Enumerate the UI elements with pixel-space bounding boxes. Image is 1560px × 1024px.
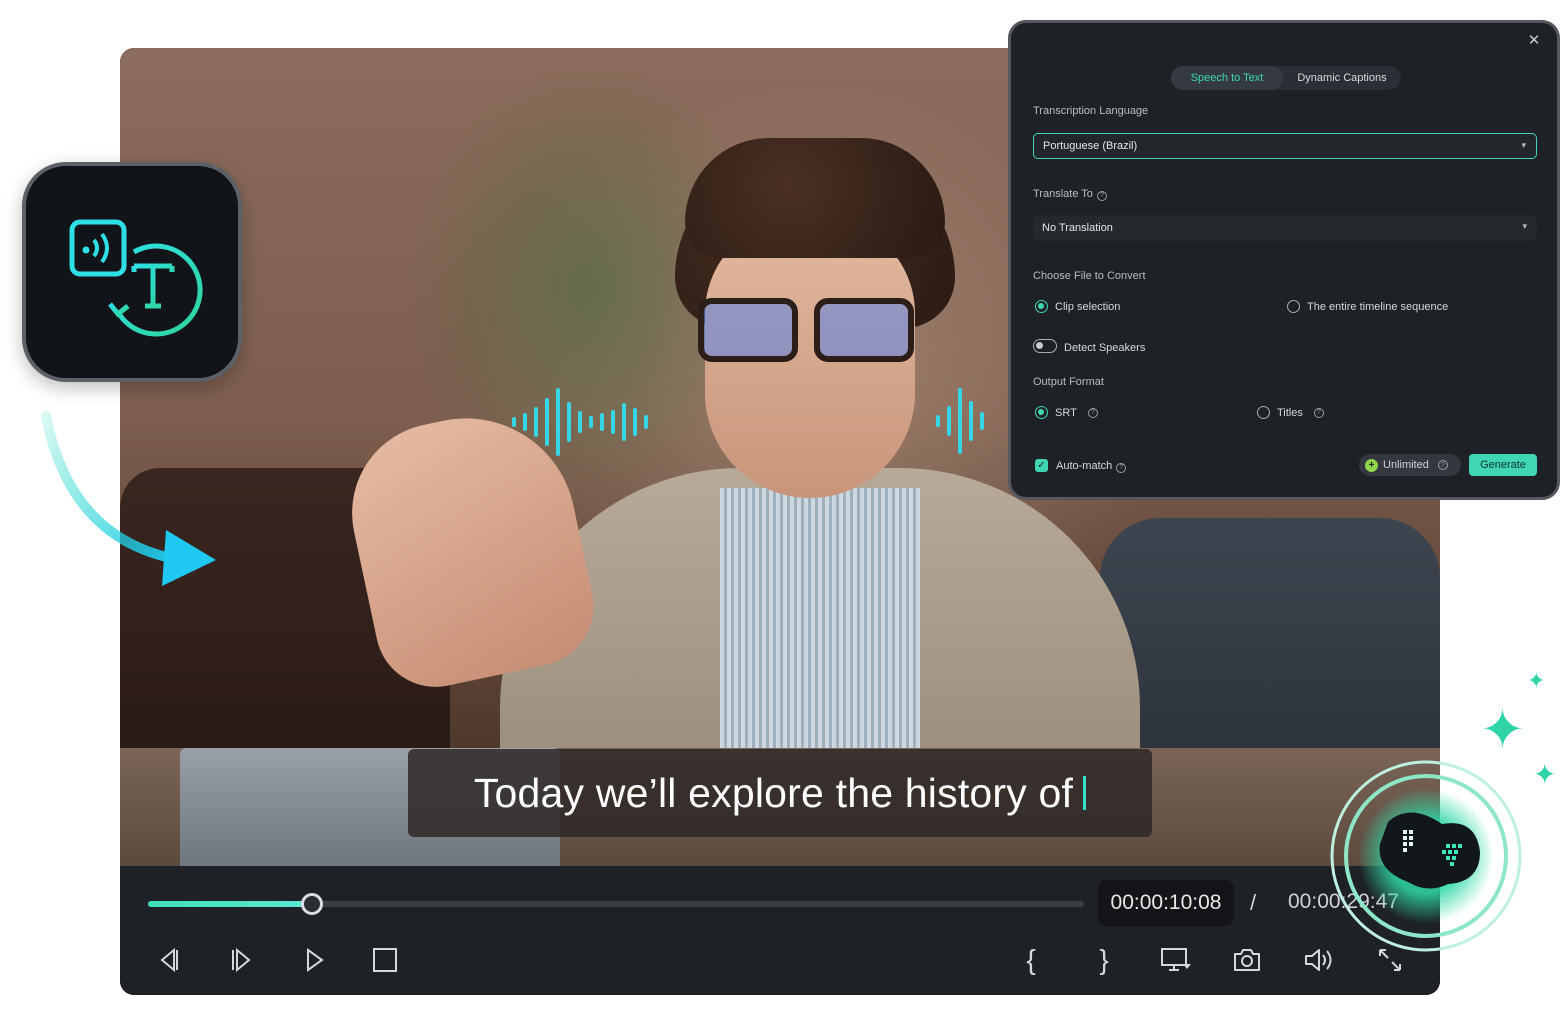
- audio-wave-right: [936, 388, 984, 454]
- snapshot-button[interactable]: [1225, 938, 1269, 982]
- camera-icon: [1234, 949, 1260, 971]
- current-time: 00:00:10:08: [1098, 880, 1234, 926]
- previous-frame-button[interactable]: [146, 938, 190, 982]
- unlimited-badge[interactable]: + Unlimited ?: [1359, 454, 1461, 476]
- check-icon: ✓: [1037, 460, 1046, 471]
- previous-frame-icon: [160, 947, 178, 973]
- transcription-language-value: Portuguese (Brazil): [1043, 140, 1138, 152]
- translate-to-value: No Translation: [1042, 222, 1113, 234]
- subtitle-caption: Today we’ll explore the history of: [408, 749, 1152, 837]
- caption-text: Today we’ll explore the history of: [473, 769, 1074, 816]
- speech-to-text-icon: [69, 219, 203, 337]
- person-hair-top: [685, 138, 945, 258]
- generate-button[interactable]: Generate: [1469, 454, 1537, 476]
- radio-srt[interactable]: SRT?: [1035, 406, 1098, 419]
- progress-thumb[interactable]: [300, 893, 323, 915]
- ai-assistant-badge-icon[interactable]: [1330, 760, 1530, 960]
- chevron-down-icon: ▾: [1521, 140, 1526, 150]
- translate-to-label: Translate To?: [1033, 188, 1107, 201]
- mark-out-icon: }: [1099, 944, 1109, 975]
- radio-selected-icon: [1035, 300, 1048, 313]
- text-caret: [1083, 776, 1087, 810]
- speech-to-text-dialog: ✕ Speech to Text Dynamic Captions Transc…: [1008, 20, 1560, 500]
- auto-match-checkbox[interactable]: ✓: [1035, 459, 1048, 472]
- sparkle-medium-icon: ✦: [1533, 759, 1557, 790]
- detect-speakers-label: Detect Speakers: [1064, 342, 1146, 354]
- detect-speakers-toggle[interactable]: [1033, 339, 1057, 353]
- choose-file-label: Choose File to Convert: [1033, 270, 1146, 282]
- next-frame-icon: [232, 947, 251, 973]
- mark-out-button[interactable]: }: [1082, 938, 1126, 982]
- radio-unselected-icon: [1257, 406, 1270, 419]
- transcription-language-label: Transcription Language: [1033, 105, 1149, 117]
- play-button[interactable]: [292, 938, 336, 982]
- mark-in-icon: {: [1026, 944, 1036, 975]
- help-icon[interactable]: ?: [1313, 407, 1324, 418]
- close-icon: ✕: [1527, 32, 1541, 49]
- radio-unselected-icon: [1287, 300, 1300, 313]
- transcription-language-select[interactable]: Portuguese (Brazil) ▾: [1033, 133, 1537, 159]
- audio-wave-left: [512, 388, 648, 456]
- stop-button[interactable]: [363, 938, 407, 982]
- output-format-label: Output Format: [1033, 376, 1104, 388]
- chevron-down-icon: ▾: [1522, 221, 1527, 231]
- time-separator: /: [1250, 890, 1257, 915]
- help-icon[interactable]: ?: [1096, 190, 1107, 201]
- flow-arrow-icon: [41, 411, 216, 586]
- help-icon[interactable]: ?: [1437, 460, 1448, 470]
- radio-entire-timeline[interactable]: The entire timeline sequence: [1287, 300, 1448, 313]
- mark-in-button[interactable]: {: [1009, 938, 1053, 982]
- radio-selected-icon: [1035, 406, 1048, 419]
- progress-fill: [148, 901, 312, 907]
- display-settings-button[interactable]: [1154, 938, 1198, 982]
- sparkle-large-icon: ✦: [1480, 700, 1526, 760]
- help-icon[interactable]: ?: [1087, 407, 1098, 418]
- player-controls: 00:00:10:08 / 00:00:29:47 { }: [120, 866, 1440, 995]
- tab-dynamic-captions[interactable]: Dynamic Captions: [1283, 66, 1401, 90]
- close-button[interactable]: ✕: [1525, 31, 1543, 49]
- monitor-icon: [1161, 948, 1191, 971]
- radio-titles[interactable]: Titles?: [1257, 406, 1324, 419]
- help-icon[interactable]: ?: [1116, 462, 1127, 473]
- glasses: [698, 298, 918, 368]
- translate-to-select[interactable]: No Translation ▾: [1033, 215, 1537, 241]
- next-frame-button[interactable]: [220, 938, 264, 982]
- promo-canvas: Today we’ll explore the history of 00:00…: [0, 0, 1560, 1024]
- progress-track[interactable]: [148, 893, 1084, 915]
- auto-match-label: Auto-match?: [1056, 460, 1127, 473]
- speech-to-text-app-icon: [22, 162, 242, 382]
- play-icon: [307, 948, 324, 972]
- radio-clip-selection[interactable]: Clip selection: [1035, 300, 1120, 313]
- sparkle-small-icon: ✦: [1527, 668, 1546, 693]
- stop-icon: [373, 948, 397, 972]
- tab-speech-to-text[interactable]: Speech to Text: [1171, 66, 1283, 90]
- dialog-tabs: Speech to Text Dynamic Captions: [1171, 66, 1401, 90]
- plus-icon: +: [1365, 458, 1378, 472]
